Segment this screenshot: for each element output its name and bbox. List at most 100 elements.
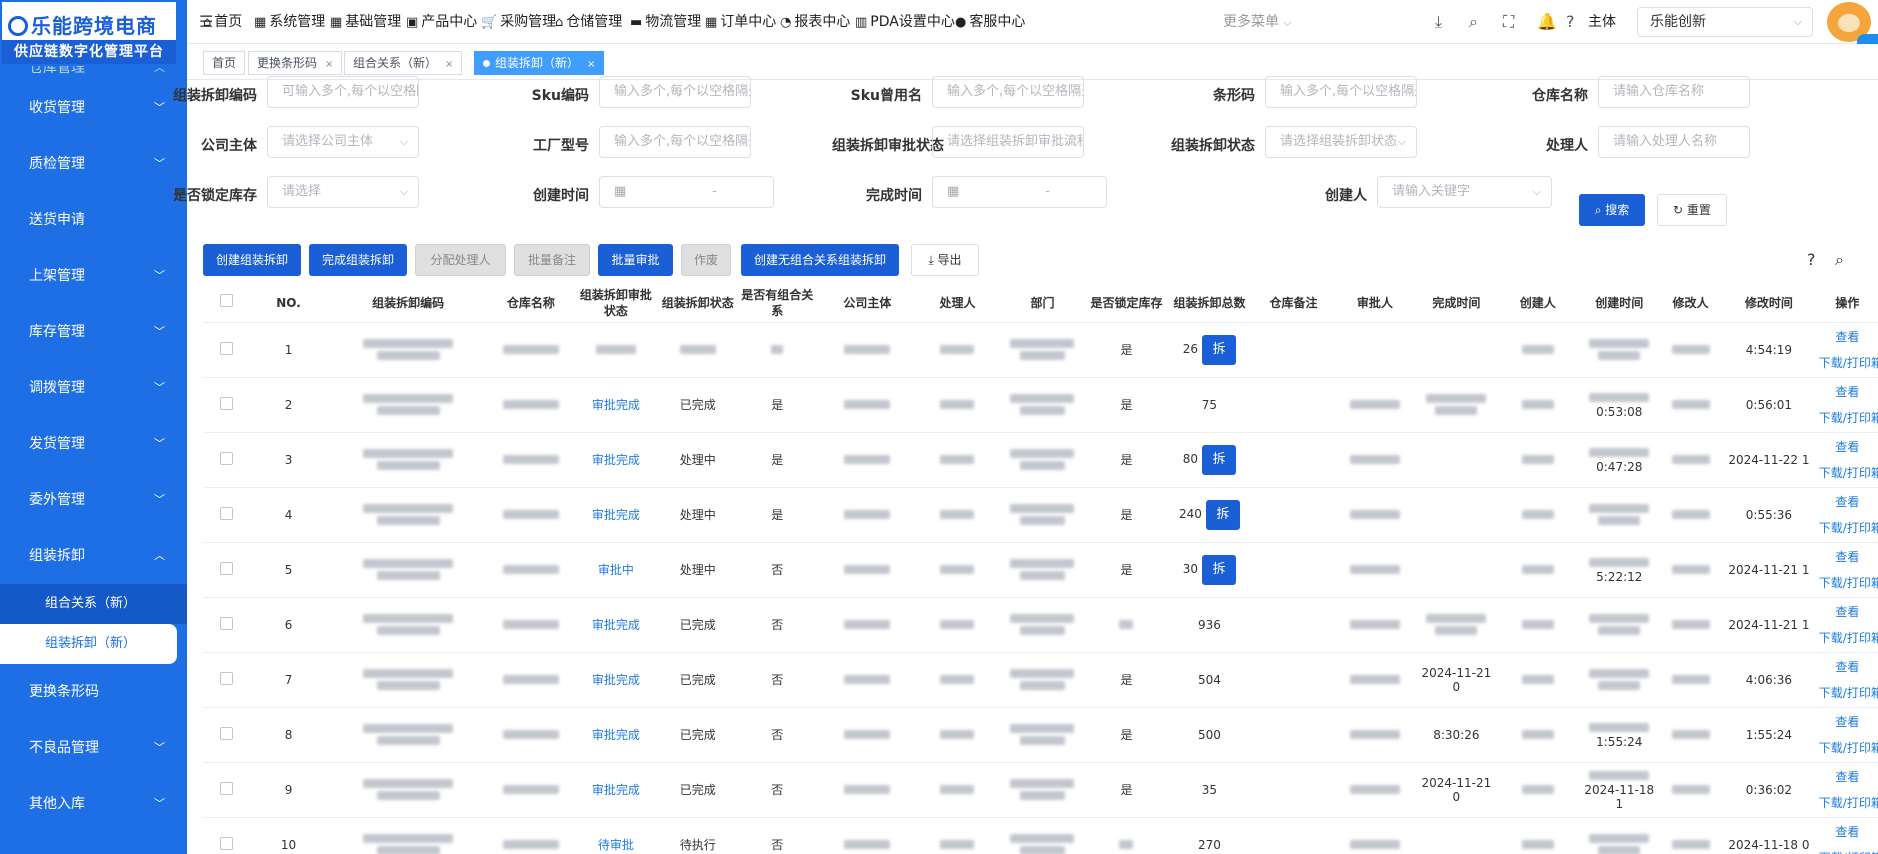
action-button-5[interactable]: 作废 (681, 244, 731, 276)
approval-status-link[interactable]: 审批完成 (592, 453, 640, 467)
sidebar-item-质检管理[interactable]: 质检管理 ﹀ (0, 136, 187, 192)
nav-warehouse[interactable]: ⌂ 仓储管理 (555, 0, 622, 44)
filter-text-field[interactable]: 输入多个,每个以空格隔开 (932, 76, 1084, 108)
table-row[interactable]: 1 是 26拆 4:54:19 查看下载/打印箱贴 (203, 322, 1878, 378)
tab-1[interactable]: 更换条形码 × (248, 51, 343, 75)
help-icon[interactable]: ? (1807, 250, 1816, 269)
row-checkbox[interactable] (219, 561, 233, 575)
table-row[interactable]: 5 审批中 处理中 否 是 30拆 5:22:12 2024-11-21 1 查看下载/打印箱贴 (203, 542, 1878, 598)
filter-text-field[interactable]: 请输入处理人名称 (1598, 126, 1750, 158)
row-checkbox[interactable] (219, 616, 233, 630)
print-label-link[interactable]: 下载/打印箱贴 (1819, 460, 1878, 486)
sidebar-item-仓库管理[interactable]: 仓库管理 ︿ (0, 66, 187, 80)
search-button[interactable]: ⌕ 搜索 (1579, 194, 1645, 226)
fullscreen-icon[interactable]: ⛶ (1503, 0, 1514, 44)
action-button-6[interactable]: 创建无组合关系组装拆卸 (741, 244, 899, 276)
approval-status-link[interactable]: 审批完成 (592, 508, 640, 522)
disassemble-button[interactable]: 拆 (1205, 499, 1240, 530)
disassemble-button[interactable]: 拆 (1202, 444, 1237, 475)
approval-status-link[interactable]: 审批完成 (592, 398, 640, 412)
nav-user[interactable]: ● 客服中心 (955, 0, 1025, 44)
reset-button[interactable]: ↻ 重置 (1657, 194, 1727, 226)
company-select[interactable]: 乐能创新 ⌵ (1637, 7, 1813, 37)
nav-home[interactable]: ⌂ 首页 (203, 0, 242, 44)
nav-pda[interactable]: ▥ PDA设置中心 (855, 0, 955, 44)
filter-text-field[interactable]: 输入多个,每个以空格隔开 (599, 76, 751, 108)
brand-logo[interactable]: 乐能跨境电商 供应链数字化管理平台 (0, 0, 178, 66)
nav-grid[interactable]: ▦ 基础管理 (330, 0, 401, 44)
nav-cart[interactable]: 🛒 采购管理 (481, 0, 556, 44)
filter-select-field[interactable]: 请选择组装拆卸状态 ⌵ (1265, 126, 1417, 158)
search-icon[interactable]: ⌕ (1469, 0, 1478, 44)
sidebar-item-上架管理[interactable]: 上架管理 ﹀ (0, 248, 187, 304)
action-button-1[interactable]: 完成组装拆卸 (309, 244, 407, 276)
more-menu[interactable]: 更多菜单 ⌵ (1223, 0, 1291, 44)
approval-status-link[interactable]: 审批完成 (592, 673, 640, 687)
search-icon[interactable]: ⌕ (1835, 250, 1844, 270)
print-label-link[interactable]: 下载/打印箱贴 (1819, 405, 1878, 431)
row-checkbox[interactable] (219, 451, 233, 465)
action-button-7[interactable]: ⤓ 导出 (911, 244, 979, 276)
print-label-link[interactable]: 下载/打印箱贴 (1819, 680, 1878, 706)
table-row[interactable]: 10 待审批 待执行 否 270 2024-11-18 0 查看下载/打印箱贴 (203, 817, 1878, 854)
filter-date-field[interactable]: ▦ - (599, 176, 774, 208)
sidebar-item-收货管理[interactable]: 收货管理 ﹀ (0, 80, 187, 136)
tab-3[interactable]: 组装拆卸（新） × (474, 51, 605, 75)
approval-status-link[interactable]: 审批完成 (592, 728, 640, 742)
print-label-link[interactable]: 下载/打印箱贴 (1819, 790, 1878, 816)
tab-2[interactable]: 组合关系（新） × (344, 51, 463, 75)
action-button-2[interactable]: 分配处理人 (415, 244, 506, 276)
download-icon[interactable]: ⤓ (1435, 0, 1442, 44)
print-label-link[interactable]: 下载/打印箱贴 (1819, 350, 1878, 376)
approval-status-link[interactable]: 待审批 (598, 838, 634, 852)
filter-select-field[interactable]: 请输入关键字 ⌵ (1377, 176, 1552, 208)
row-checkbox[interactable] (219, 396, 233, 410)
table-row[interactable]: 2 审批完成 已完成 是 是 75 0:53:08 0:56:01 查看下载/打印箱贴 (203, 377, 1878, 433)
row-checkbox[interactable] (219, 781, 233, 795)
print-label-link[interactable]: 下载/打印箱贴 (1819, 845, 1878, 854)
table-row[interactable]: 7 审批完成 已完成 否 是 504 2024-11-21 0 4:06:36 查看 下载/打印箱… (203, 652, 1878, 708)
row-checkbox[interactable] (219, 726, 233, 740)
view-link[interactable]: 查看 (1819, 434, 1876, 460)
sidebar-subitem-assembly-new[interactable]: 组装拆卸（新） (0, 624, 177, 664)
tab-0[interactable]: 首页 (203, 51, 246, 75)
filter-select-field[interactable]: 请选择公司主体 ⌵ (267, 126, 419, 158)
filter-text-field[interactable]: 可输入多个,每个以空格隔 (267, 76, 419, 108)
view-link[interactable]: 查看 (1819, 709, 1876, 735)
row-checkbox[interactable] (219, 671, 233, 685)
view-link[interactable]: 查看 (1819, 544, 1876, 570)
print-label-link[interactable]: 下载/打印箱贴 (1819, 625, 1878, 651)
nav-system[interactable]: ▦ 系统管理 (254, 0, 325, 44)
table-row[interactable]: 4 审批完成 处理中 是 是 240拆 0:55:36 查看下载/打印箱贴 (203, 487, 1878, 543)
disassemble-button[interactable]: 拆 (1202, 554, 1237, 585)
sidebar-item-不良品管理[interactable]: 不良品管理 ﹀ (0, 720, 187, 776)
view-link[interactable]: 查看 (1819, 379, 1876, 405)
print-label-link[interactable]: 下载/打印箱贴 (1819, 570, 1878, 596)
nav-report[interactable]: ◔ 报表中心 (780, 0, 850, 44)
table-row[interactable]: 9 审批完成 已完成 否 是 35 2024-11-21 0 2024-11-18 1 0:36… (203, 762, 1878, 818)
help-icon[interactable]: ? (1566, 0, 1575, 44)
print-label-link[interactable]: 下载/打印箱贴 (1819, 515, 1878, 541)
view-link[interactable]: 查看 (1819, 764, 1876, 790)
filter-text-field[interactable]: 输入多个,每个以空格隔开 (1265, 76, 1417, 108)
table-row[interactable]: 8 审批完成 已完成 否 是 500 8:30:26 1:55:24 1:55:24 查看 下载/打… (203, 707, 1878, 763)
nav-product[interactable]: ▣ 产品中心 (406, 0, 477, 44)
approval-status-link[interactable]: 审批中 (598, 563, 634, 577)
row-checkbox[interactable] (219, 836, 233, 850)
filter-select-field[interactable]: 请选择 ⌵ (267, 176, 419, 208)
table-row[interactable]: 6 审批完成 已完成 否 936 2024-11-21 1 查看下载/打印箱贴 (203, 597, 1878, 653)
select-all-checkbox[interactable] (219, 294, 233, 308)
disassemble-button[interactable]: 拆 (1202, 334, 1237, 365)
print-label-link[interactable]: 下载/打印箱贴 (1819, 735, 1878, 761)
close-icon[interactable]: × (325, 59, 333, 70)
filter-text-field[interactable]: 请输入仓库名称 (1598, 76, 1750, 108)
close-icon[interactable]: × (445, 59, 453, 70)
filter-date-field[interactable]: ▦ - (932, 176, 1107, 208)
sidebar-subitem-combo-new[interactable]: 组合关系（新） (0, 584, 187, 624)
approval-status-link[interactable]: 审批完成 (592, 618, 640, 632)
sidebar-item-其他入库[interactable]: 其他入库 ﹀ (0, 776, 187, 832)
sidebar-item-组装拆卸[interactable]: 组装拆卸 ︿ (0, 528, 187, 584)
view-link[interactable]: 查看 (1819, 654, 1876, 680)
row-checkbox[interactable] (219, 506, 233, 520)
action-button-3[interactable]: 批量备注 (514, 244, 590, 276)
